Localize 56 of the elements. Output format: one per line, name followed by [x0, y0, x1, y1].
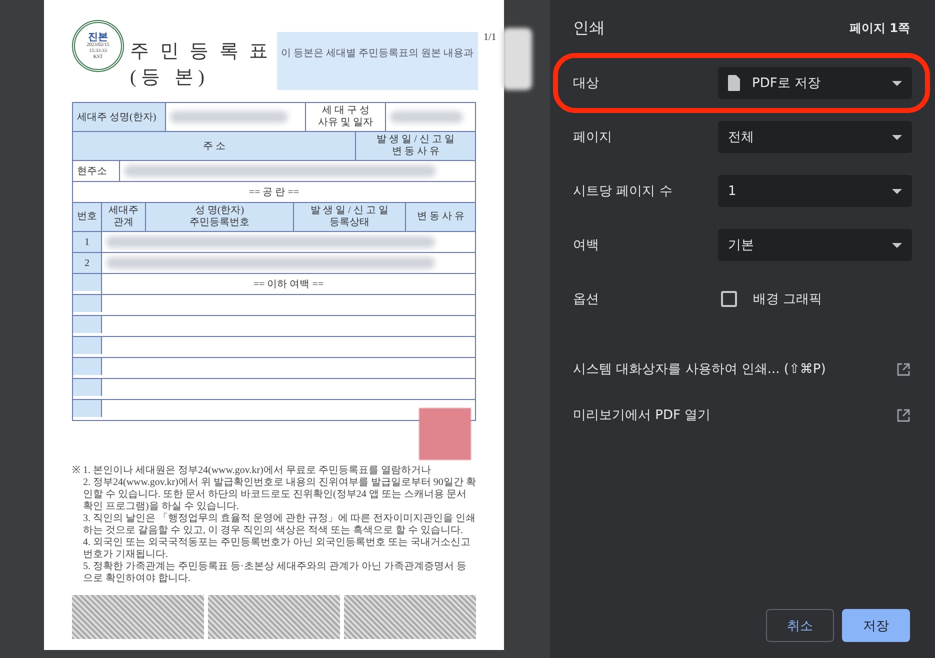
table-cell: [73, 400, 101, 417]
table-cell: == 이하 여백 ==: [101, 274, 475, 294]
notice-text: 이 등본은 세대별 주민등록표의 원본 내용과: [277, 32, 478, 90]
table-cell: [73, 295, 101, 312]
dropdown[interactable]: 1: [718, 175, 912, 207]
footnote-mark: ※: [72, 465, 80, 478]
table-header-cell: 변 동 사 유: [405, 203, 475, 231]
menu-link[interactable]: 미리보기에서 PDF 열기: [573, 392, 910, 438]
external-link-icon: [897, 408, 910, 422]
caret-icon: [892, 80, 902, 86]
table-header-cell: 번호: [73, 203, 101, 231]
page-count: 페이지 1쪽: [849, 20, 910, 36]
dialog-title: 인쇄: [573, 18, 605, 38]
setting-label: 페이지: [573, 129, 613, 146]
row-number: 2: [73, 253, 101, 273]
footnote-text: 1. 본인이나 세대원은 정부24(www.gov.kr)에서 무료로 주민등록표를 열람하거나: [83, 465, 432, 477]
dropdown[interactable]: 기본: [718, 229, 912, 261]
table-header-cell: 주 소: [73, 132, 355, 160]
save-button[interactable]: 저장: [842, 609, 910, 642]
dropdown[interactable]: PDF로 저장: [718, 67, 912, 99]
document-subtitle: ( 등 본 ): [130, 66, 206, 90]
setting-label: 옵션: [573, 291, 600, 308]
file-icon: [728, 75, 740, 91]
document-title: 주 민 등 록 표: [130, 40, 271, 64]
footnote-text: 4. 외국인 또는 외국국적동포는 주민등록번호가 아닌 외국인등록번호 또는 국내거소신고번호가 기재됩니다.: [83, 537, 472, 561]
footnote-text: 5. 정확한 가족관계는 주민등록표 등·초본상 세대주와의 관계가 아닌 가족관계증명서 등으로 확인하여야 합니다.: [83, 561, 468, 585]
table-cell-text: 현주소: [76, 165, 108, 179]
table-header-cell: 세 대 구 성 사유 및 일자: [305, 103, 385, 131]
cancel-button[interactable]: 취소: [766, 609, 834, 642]
footnote-text: 3. 직인의 날인은 「행정업무의 효율적 운영에 관한 규정」에 따른 전자이미지관인을 인쇄하는 것으로 갈음할 수 있고, 이 경우 직인의 색상은 적색 또는 흑색으로 할 수 있습니다.: [83, 513, 476, 537]
checkbox[interactable]: [721, 291, 737, 307]
table-cell-text: == 공 란 ==: [248, 186, 300, 200]
setting-label: 대상: [573, 75, 600, 92]
page-counter: 1/1: [484, 32, 496, 43]
caret-icon: [892, 134, 902, 140]
table-header-cell: 발 생 일 / 신 고 일 변 동 사 유: [355, 132, 475, 160]
caret-icon: [892, 188, 902, 194]
caret-icon: [892, 242, 902, 248]
table-header-cell: 세대주 성명(한자): [73, 103, 165, 131]
dropdown[interactable]: 전체: [718, 121, 912, 153]
seal-mark: [419, 408, 471, 460]
checkbox-label: 배경 그래픽: [753, 291, 822, 308]
setting-label: 시트당 페이지 수: [573, 183, 674, 200]
table-cell: [73, 358, 101, 375]
menu-link[interactable]: 시스템 대화상자를 사용하여 인쇄... (⇧⌘P): [573, 346, 910, 392]
table-cell: [73, 337, 101, 354]
table-header-cell: 발 생 일 / 신 고 일 등록상태: [293, 203, 405, 231]
footnote-text: 2. 정부24(www.gov.kr)에서 위 발급확인번호로 내용의 진위여부를 발급일로부터 90일간 확인할 수 있습니다. 또한 문서 하단의 바코드로도 진위확인(정부24 앱 또는 스캐너용 문서확인 프로그램)을 하실 수 있습니다.: [83, 477, 476, 512]
table-cell: [73, 316, 101, 333]
table-header-cell: 성 명(한자) 주민등록번호: [145, 203, 293, 231]
table-cell: [73, 274, 101, 291]
table-header-cell: 세대주 관계: [101, 203, 145, 231]
row-number: 1: [73, 232, 101, 252]
table-cell: [73, 379, 101, 396]
external-link-icon: [897, 362, 910, 376]
setting-label: 여백: [573, 237, 600, 254]
